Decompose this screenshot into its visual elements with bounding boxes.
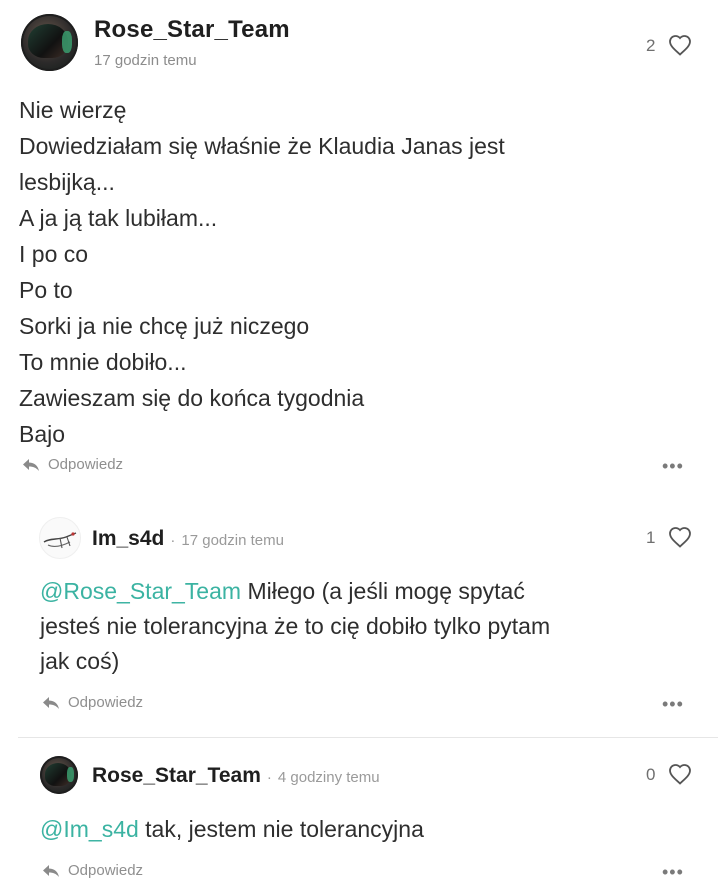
heart-outline-icon[interactable] <box>668 763 692 785</box>
more-options-ellipsis-icon[interactable]: ••• <box>662 863 684 881</box>
post-line: Sorki ja nie chcę już niczego <box>19 313 310 339</box>
reply-arrow-icon <box>42 864 60 878</box>
commenter-avatar[interactable] <box>39 517 81 559</box>
more-options-ellipsis-icon[interactable]: ••• <box>662 695 684 713</box>
main-post: Rose_Star_Team 17 godzin temu 2 Nie wier… <box>0 0 720 492</box>
comment-body: @Im_s4d tak, jestem nie tolerancyjna <box>40 812 680 847</box>
user-mention-link[interactable]: @Im_s4d <box>40 816 139 842</box>
comment-text: Miłego (a jeśli mogę spytać <box>241 578 525 604</box>
post-line: I po co <box>19 241 89 267</box>
comment-like-count: 0 <box>646 765 656 784</box>
meta-separator: · <box>170 532 176 549</box>
avatar-accent-shape <box>67 767 75 782</box>
heart-outline-icon[interactable] <box>668 34 692 56</box>
meta-separator: · <box>266 769 272 786</box>
sketch-avatar-icon <box>43 532 77 549</box>
reply-label: Odpowiedz <box>48 456 124 473</box>
heart-outline-icon[interactable] <box>668 526 692 548</box>
user-mention-link[interactable]: @Rose_Star_Team <box>40 578 241 604</box>
comment-like-count: 1 <box>646 528 656 547</box>
reply-arrow-icon <box>22 458 40 472</box>
comment-body: @Rose_Star_Team Miłego (a jeśli mogę spy… <box>40 574 680 679</box>
avatar-accent-shape <box>62 31 73 53</box>
comment-author-name[interactable]: Rose_Star_Team <box>92 764 261 788</box>
post-like-count: 2 <box>646 36 656 55</box>
post-line: Nie wierzę <box>19 97 127 123</box>
post-line: Zawieszam się do końca tygodnia <box>19 385 365 411</box>
post-line: Dowiedziałam się właśnie że Klaudia Jana… <box>19 133 505 159</box>
author-avatar[interactable] <box>21 14 78 71</box>
post-body: Nie wierzę Dowiedziałam się właśnie że K… <box>19 92 679 452</box>
comment-text: tak, jestem nie tolerancyjna <box>138 816 424 842</box>
comment-divider <box>18 737 718 738</box>
reply-label: Odpowiedz <box>68 694 144 711</box>
comment-header: Rose_Star_Team · 4 godziny temu <box>92 764 380 788</box>
commenter-avatar[interactable] <box>40 756 78 794</box>
comment-author-name[interactable]: Im_s4d <box>92 527 164 551</box>
post-line: To mnie dobiło... <box>19 349 187 375</box>
post-line: Bajo <box>19 421 66 447</box>
comment-timestamp: 17 godzin temu <box>181 532 284 549</box>
post-line: Po to <box>19 277 73 303</box>
comment-header: Im_s4d · 17 godzin temu <box>92 527 284 551</box>
comment-text: jesteś nie tolerancyjna że to cię dobiło… <box>40 613 551 639</box>
post-line: lesbijką... <box>19 169 115 195</box>
more-options-ellipsis-icon[interactable]: ••• <box>662 457 684 475</box>
post-reply-button[interactable]: Odpowiedz <box>22 456 123 473</box>
post-timestamp: 17 godzin temu <box>94 52 197 69</box>
post-line: A ja ją tak lubiłam... <box>19 205 218 231</box>
reply-arrow-icon <box>42 696 60 710</box>
post-author-name[interactable]: Rose_Star_Team <box>94 16 290 44</box>
comment-timestamp: 4 godziny temu <box>277 769 380 786</box>
comment-text: jak coś) <box>40 648 120 674</box>
reply-label: Odpowiedz <box>68 862 144 879</box>
comment-reply-button[interactable]: Odpowiedz <box>42 862 143 879</box>
comment-reply-button[interactable]: Odpowiedz <box>42 694 143 711</box>
